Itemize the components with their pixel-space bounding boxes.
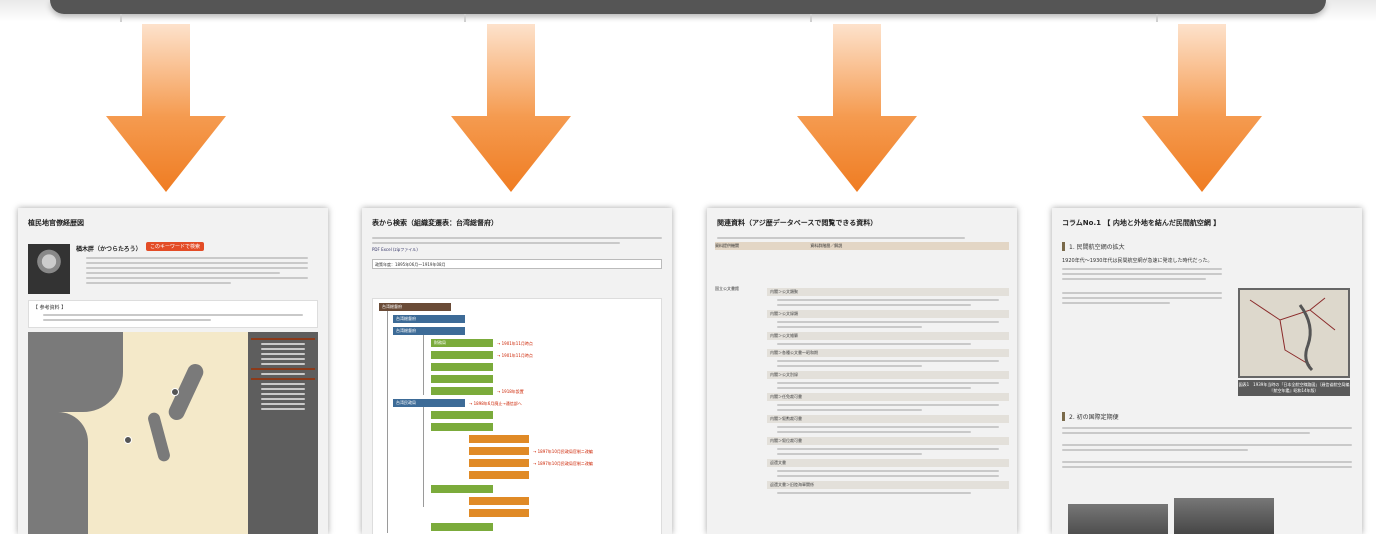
tree-note: → 1898年6月廃止→通信部へ <box>469 401 522 406</box>
tree-node[interactable] <box>469 459 529 467</box>
page-title: 表から検索（組織変遷表：台湾総督府） <box>372 219 498 227</box>
list-item-label[interactable]: 返還文書＞旧陸海軍関係 <box>767 481 1009 489</box>
career-map[interactable] <box>28 332 248 534</box>
tree-note: → 1901年11月時点 <box>497 341 533 346</box>
page-title: 植民地官僚経歴図 <box>28 219 84 227</box>
down-arrow-icon <box>451 24 571 192</box>
tree-node[interactable] <box>431 375 493 383</box>
person-name: 楢木胖（かつらたろう） <box>76 246 142 253</box>
institution-label: 国立公文書館 <box>715 286 739 291</box>
keyword-search-button[interactable]: このキーワードで検索 <box>146 242 205 251</box>
table-header-cell: 資料提供機関 <box>715 243 739 248</box>
biography-text <box>76 254 318 287</box>
table-header-cell: 資料群階層／解説 <box>810 243 843 248</box>
map-caption: 図表1 1939年当時の「日本全航空線路図」（逓信省航空局編『航空年鑑』昭和14… <box>1238 380 1350 396</box>
tree-note: → 1897年10月民政局官制ニ改編 <box>533 461 593 466</box>
tree-note: → 1897年10月民政局官制ニ改編 <box>533 449 593 454</box>
top-frame-tick <box>464 14 466 22</box>
tree-note: → 1901年11月時点 <box>497 353 533 358</box>
tree-node[interactable] <box>431 363 493 371</box>
tree-node[interactable] <box>431 351 493 359</box>
reference-label: 【 参考資料 】 <box>33 305 67 311</box>
down-arrow-icon <box>106 24 226 192</box>
excel-link[interactable]: Excel (zipファイル) <box>381 247 418 252</box>
tree-node[interactable]: 台湾総督府 <box>393 327 465 335</box>
top-frame-tick <box>1156 14 1158 22</box>
tree-node[interactable]: 台湾民政局 <box>393 399 465 407</box>
top-frame-tick <box>120 14 122 22</box>
organization-tree: 台湾総督府 台湾総督府 台湾総督府 財務局 → 1901年11月時点 → 190… <box>372 298 662 534</box>
portrait-image <box>28 244 70 294</box>
section-heading: 1. 民間航空網の拡大 <box>1062 242 1352 251</box>
tree-node[interactable]: 財務局 <box>431 339 493 347</box>
tree-node[interactable] <box>469 509 529 517</box>
pdf-link[interactable]: PDF <box>372 247 380 252</box>
tree-node[interactable] <box>431 423 493 431</box>
career-map-panel: 植民地官僚経歴図 楢木胖（かつらたろう） このキーワードで検索 【 参考資料 】 <box>18 208 328 534</box>
list-item-label[interactable]: 内閣＞各種公文書〜昭和期 <box>767 349 1009 357</box>
tree-node[interactable] <box>431 387 493 395</box>
map-pin-icon[interactable] <box>124 436 132 444</box>
career-sidebar <box>248 332 318 534</box>
reference-box: 【 参考資料 】 <box>28 300 318 328</box>
list-item-label[interactable]: 内閣＞公文類聚 <box>767 288 1009 296</box>
tree-node[interactable] <box>431 523 493 531</box>
list-item-label[interactable]: 内閣＞公文雑纂 <box>767 332 1009 340</box>
table-header: 資料提供機関 資料群階層／解説 <box>715 242 1009 250</box>
paragraph-text: 1920年代〜1930年代は民間航空網が急速に発達した時代だった。 <box>1062 258 1213 264</box>
list-item-label[interactable]: 内閣＞公文別録 <box>767 371 1009 379</box>
organization-table-panel: 表から検索（組織変遷表：台湾総督府） PDF Excel (zipファイル) 政… <box>362 208 672 534</box>
list-item-label[interactable]: 内閣＞叙位裁可書 <box>767 437 1009 445</box>
top-frame <box>0 0 1376 22</box>
related-materials-panel: 関連資料（アジ歴データベースで閲覧できる資料） 資料提供機関 資料群階層／解説 … <box>707 208 1017 534</box>
tree-node[interactable]: 台湾総督府 <box>393 315 465 323</box>
tree-node[interactable] <box>469 447 529 455</box>
section-heading: 2. 初の国際定期便 <box>1062 412 1352 421</box>
tree-node[interactable] <box>469 471 529 479</box>
column-article-panel: コラムNo.1 【 内地と外地を結んだ民間航空網 】 1. 民間航空網の拡大 1… <box>1052 208 1362 534</box>
down-arrow-icon <box>797 24 917 192</box>
map-pin-icon[interactable] <box>171 388 179 396</box>
list-item-label[interactable]: 内閣＞公文録類 <box>767 310 1009 318</box>
aircraft-photo <box>1068 504 1168 534</box>
air-route-map-image <box>1238 288 1350 378</box>
down-arrow-icon <box>1142 24 1262 192</box>
page-title: コラムNo.1 【 内地と外地を結んだ民間航空網 】 <box>1062 219 1221 227</box>
period-select[interactable]: 政策年度：1895年06月〜1919年08月 <box>372 259 662 269</box>
tree-note: → 1918年設置 <box>497 389 524 394</box>
cabin-photo <box>1174 498 1274 534</box>
list-item-label[interactable]: 内閣＞任免裁可書 <box>767 393 1009 401</box>
tree-node[interactable]: 台湾総督府 <box>379 303 451 311</box>
top-frame-bar <box>50 0 1326 14</box>
tree-node[interactable] <box>469 497 529 505</box>
tree-node[interactable] <box>431 411 493 419</box>
top-frame-tick <box>810 14 812 22</box>
tree-node[interactable] <box>469 435 529 443</box>
page-title: 関連資料（アジ歴データベースで閲覧できる資料） <box>717 219 878 227</box>
list-item-label[interactable]: 返還文書 <box>767 459 1009 467</box>
materials-list: 内閣＞公文類聚 内閣＞公文録類 内閣＞公文雑纂 内閣＞各種公文書〜昭和期 内閣＞… <box>767 284 1009 497</box>
list-item-label[interactable]: 内閣＞叙勲裁可書 <box>767 415 1009 423</box>
tree-node[interactable] <box>431 485 493 493</box>
